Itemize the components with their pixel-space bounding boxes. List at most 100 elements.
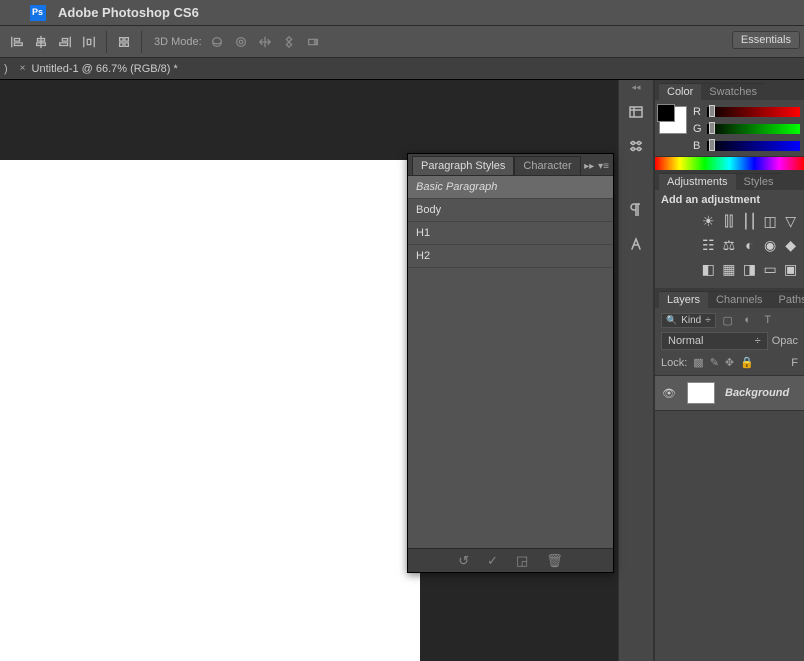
style-item-body[interactable]: Body xyxy=(408,199,613,222)
align-center-icon[interactable] xyxy=(30,31,52,53)
divider xyxy=(106,31,107,53)
filter-type-icon[interactable]: T xyxy=(760,312,776,328)
style-item-h1[interactable]: H1 xyxy=(408,222,613,245)
close-icon[interactable]: × xyxy=(20,63,26,74)
tab-character-styles[interactable]: Character xyxy=(514,156,580,175)
b-label: B xyxy=(693,140,703,152)
workspace-switcher[interactable]: Essentials xyxy=(732,31,800,49)
lock-label: Lock: xyxy=(661,357,687,369)
paragraph-icon[interactable] xyxy=(623,197,649,223)
3d-rotate-icon[interactable] xyxy=(208,33,226,51)
r-slider[interactable] xyxy=(707,107,800,117)
tab-swatches[interactable]: Swatches xyxy=(701,83,765,100)
panel-menu-icon[interactable]: ▾≡ xyxy=(598,161,609,172)
doc-tab-fragment: ) xyxy=(0,63,12,75)
tab-adjustments[interactable]: Adjustments xyxy=(659,173,736,190)
clear-override-icon[interactable]: ↺ xyxy=(458,553,469,569)
blend-mode-select[interactable]: Normal÷ xyxy=(661,332,768,350)
3d-scale-icon[interactable] xyxy=(304,33,322,51)
invert-icon[interactable]: ◧ xyxy=(701,260,716,278)
filter-pixel-icon[interactable]: ▢ xyxy=(720,312,736,328)
add-adjustment-label: Add an adjustment xyxy=(661,194,798,206)
layer-row[interactable]: 👁 Background xyxy=(655,375,804,411)
lock-transparency-icon[interactable]: ▩ xyxy=(693,356,703,369)
canvas[interactable] xyxy=(0,160,420,661)
collapse-icon[interactable]: ◂◂ xyxy=(631,82,640,93)
hue-icon[interactable]: ☷ xyxy=(701,236,716,254)
bw-icon[interactable]: ◐ xyxy=(742,236,757,254)
b-slider[interactable] xyxy=(707,141,800,151)
history-icon[interactable] xyxy=(623,99,649,125)
opacity-label: Opac xyxy=(772,335,798,347)
tab-color[interactable]: Color xyxy=(659,83,701,100)
document-tab-label: Untitled-1 @ 66.7% (RGB/8) * xyxy=(32,63,178,75)
threshold-icon[interactable]: ◨ xyxy=(742,260,757,278)
character-icon[interactable] xyxy=(623,231,649,257)
posterize-icon[interactable]: ▦ xyxy=(722,260,737,278)
layer-name: Background xyxy=(725,387,789,399)
visibility-icon[interactable]: 👁 xyxy=(661,387,677,400)
style-list: Basic Paragraph Body H1 H2 xyxy=(408,176,613,548)
lock-position-icon[interactable]: ✥ xyxy=(725,356,734,369)
main-area: ◂◂ Color Swatches R G B Adjustments Styl… xyxy=(0,80,804,661)
balance-icon[interactable]: ⚖ xyxy=(722,236,737,254)
divider xyxy=(141,31,142,53)
g-label: G xyxy=(693,123,703,135)
paragraph-styles-panel[interactable]: Paragraph Styles Character ▸▸ ▾≡ Basic P… xyxy=(407,153,614,573)
new-style-icon[interactable]: ◲ xyxy=(516,553,528,569)
gradient-map-icon[interactable]: ▭ xyxy=(763,260,778,278)
tab-paragraph-styles[interactable]: Paragraph Styles xyxy=(412,156,514,175)
options-bar: 3D Mode: Essentials xyxy=(0,26,804,58)
style-list-empty xyxy=(408,268,613,548)
curves-icon[interactable]: ⎮⎮ xyxy=(742,212,757,230)
tab-layers[interactable]: Layers xyxy=(659,291,708,308)
align-right-icon[interactable] xyxy=(54,31,76,53)
tab-paths[interactable]: Paths xyxy=(771,291,804,308)
color-panel-tabs: Color Swatches xyxy=(655,80,804,100)
channel-mixer-icon[interactable]: ◆ xyxy=(783,236,798,254)
tab-styles[interactable]: Styles xyxy=(736,173,782,190)
dock-column: ◂◂ xyxy=(618,80,654,661)
color-panel: R G B xyxy=(655,100,804,154)
exposure-icon[interactable]: ◫ xyxy=(763,212,778,230)
3d-slide-icon[interactable] xyxy=(280,33,298,51)
color-spectrum[interactable] xyxy=(655,156,804,170)
3d-pan-icon[interactable] xyxy=(256,33,274,51)
distribute-icon[interactable] xyxy=(78,31,100,53)
filter-adjust-icon[interactable]: ◐ xyxy=(740,312,756,328)
app-title: Adobe Photoshop CS6 xyxy=(58,5,199,20)
delete-style-icon[interactable]: 🗑 xyxy=(546,553,563,569)
g-slider[interactable] xyxy=(707,124,800,134)
paragraph-panel-footer: ↺ ✓ ◲ 🗑 xyxy=(408,548,613,572)
color-swatch[interactable] xyxy=(659,106,687,134)
adjustments-panel: Add an adjustment ☀ ⫿⫿ ⎮⎮ ◫ ▽ ☷ ⚖ ◐ ◉ ◆ … xyxy=(655,190,804,288)
layer-filter-kind[interactable]: Kind ÷ xyxy=(661,313,716,328)
lock-all-icon[interactable]: 🔒 xyxy=(740,356,754,369)
document-tabs: ) × Untitled-1 @ 66.7% (RGB/8) * xyxy=(0,58,804,80)
properties-icon[interactable] xyxy=(623,133,649,159)
tab-channels[interactable]: Channels xyxy=(708,291,770,308)
document-tab[interactable]: × Untitled-1 @ 66.7% (RGB/8) * xyxy=(12,58,186,80)
lock-pixels-icon[interactable]: ✎ xyxy=(710,356,719,369)
selective-icon[interactable]: ▣ xyxy=(783,260,798,278)
layer-thumbnail[interactable] xyxy=(687,382,715,404)
vibrance-icon[interactable]: ▽ xyxy=(783,212,798,230)
expand-icon[interactable]: ▸▸ xyxy=(584,161,594,172)
r-label: R xyxy=(693,106,703,118)
adjustments-panel-tabs: Adjustments Styles xyxy=(655,170,804,190)
brightness-icon[interactable]: ☀ xyxy=(701,212,716,230)
auto-align-icon[interactable] xyxy=(113,31,135,53)
layers-panel: Kind ÷ ▢ ◐ T Normal÷ Opac Lock: ▩ ✎ ✥ 🔒 … xyxy=(655,308,804,661)
foreground-swatch[interactable] xyxy=(657,104,675,122)
app-logo-icon xyxy=(30,5,46,21)
title-bar: Adobe Photoshop CS6 xyxy=(0,0,804,26)
style-item-basic[interactable]: Basic Paragraph xyxy=(408,176,613,199)
style-item-h2[interactable]: H2 xyxy=(408,245,613,268)
fill-label: F xyxy=(791,357,798,369)
levels-icon[interactable]: ⫿⫿ xyxy=(722,212,737,230)
align-left-icon[interactable] xyxy=(6,31,28,53)
photo-filter-icon[interactable]: ◉ xyxy=(763,236,778,254)
3d-roll-icon[interactable] xyxy=(232,33,250,51)
3d-mode-label: 3D Mode: xyxy=(154,36,202,48)
redefine-icon[interactable]: ✓ xyxy=(487,553,498,569)
